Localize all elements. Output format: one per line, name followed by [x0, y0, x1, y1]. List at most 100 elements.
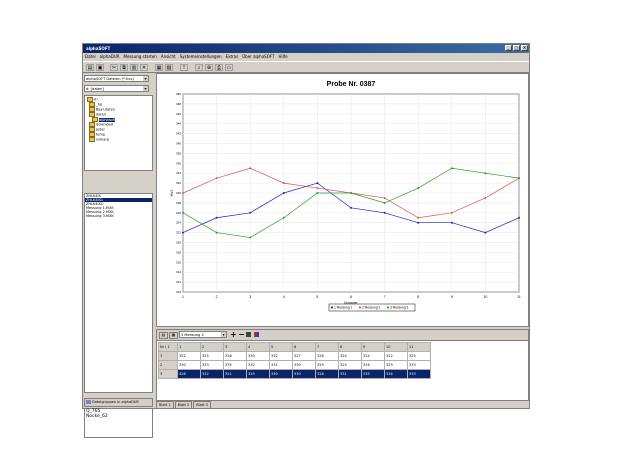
add-icon[interactable]: +: [230, 330, 237, 339]
chevron-down-icon[interactable]: ▾: [143, 86, 148, 91]
search-icon[interactable]: ⌕: [195, 64, 203, 71]
table-cell[interactable]: 333: [200, 360, 224, 370]
list-item[interactable]: Messung 3.MXK: [85, 214, 152, 218]
table-cell[interactable]: 324: [361, 351, 385, 361]
table-cell[interactable]: 331: [338, 369, 362, 379]
table-cell[interactable]: 326: [177, 369, 201, 379]
table-cell[interactable]: 326: [223, 351, 247, 361]
y-tick-label: 314: [176, 270, 181, 274]
menu-systemeinstellungen[interactable]: Systemeinstellungen: [180, 53, 222, 61]
table-cell[interactable]: 321: [223, 369, 247, 379]
table-cell[interactable]: 326: [361, 360, 385, 370]
y-tick-label: 320: [176, 241, 181, 245]
remove-icon[interactable]: −: [238, 330, 245, 339]
table-cell[interactable]: 333: [407, 360, 431, 370]
data-point: [450, 167, 453, 170]
table-header-cell: 7: [315, 342, 339, 352]
measurement-select[interactable]: 3 Messung 2 ▾: [179, 331, 227, 338]
legend-marker: [386, 306, 390, 309]
table-icon[interactable]: ▤: [159, 332, 168, 339]
table-cell[interactable]: 331: [269, 360, 293, 370]
delete-icon[interactable]: ✕: [140, 64, 148, 71]
maximize-button[interactable]: □: [513, 45, 520, 51]
table-cell[interactable]: 332: [269, 351, 293, 361]
info-icon[interactable]: !: [180, 64, 188, 71]
chevron-down-icon[interactable]: ▾: [143, 76, 148, 81]
table-cell[interactable]: 335: [361, 369, 385, 379]
filetype-combo[interactable]: alphaSOFT Dateien (*.hxx) ▾: [84, 75, 149, 82]
table-cell[interactable]: 332: [246, 360, 270, 370]
list-item[interactable]: Nocke_62: [85, 414, 152, 419]
y-tick-label: 334: [176, 171, 181, 175]
table-cell[interactable]: 322: [177, 351, 201, 361]
save-icon[interactable]: [246, 332, 251, 337]
table-header-cell: 5: [269, 342, 293, 352]
table-cell[interactable]: 330: [246, 351, 270, 361]
table-cell[interactable]: 330: [292, 360, 316, 370]
table-cell[interactable]: 322: [200, 369, 224, 379]
x-tick-label: 5: [316, 295, 318, 299]
table-cell[interactable]: 324: [338, 351, 362, 361]
table-cell[interactable]: 325: [338, 360, 362, 370]
table-row-selected[interactable]: 3 326 322 321 325 330 330 328 331 335 33…: [158, 369, 431, 379]
table-cell[interactable]: 327: [292, 351, 316, 361]
menu-messung-starten[interactable]: Messung starten: [124, 53, 157, 61]
preview-icon[interactable]: ▭: [225, 64, 233, 71]
copy-icon[interactable]: ⧉: [120, 64, 128, 71]
table-cell[interactable]: 325: [200, 351, 224, 361]
open-icon[interactable]: ▤: [86, 64, 94, 71]
table-cell[interactable]: 326: [315, 351, 339, 361]
table-cell[interactable]: 325: [246, 369, 270, 379]
y-tick-label: 346: [176, 112, 181, 116]
table-cell[interactable]: 330: [177, 360, 201, 370]
minimize-button[interactable]: _: [505, 45, 512, 51]
menu-alphadur[interactable]: alphaDUR: [100, 53, 120, 61]
table-cell[interactable]: 329: [315, 360, 339, 370]
table-row-header: 2: [158, 360, 178, 370]
x-tick-label: 11: [517, 295, 521, 299]
data-point: [282, 182, 285, 185]
table-cell[interactable]: 335: [223, 360, 247, 370]
y-tick-label: 330: [176, 191, 181, 195]
tree-item[interactable]: vsmarp: [89, 137, 109, 142]
table-row[interactable]: 2 330 333 335 332 331 330 329 325 326 32…: [158, 360, 431, 370]
table-row[interactable]: 1 322 325 326 330 332 327 326 324 324 32…: [158, 351, 431, 361]
menu-datei[interactable]: Datei: [85, 53, 96, 61]
grid-icon[interactable]: ▦: [169, 332, 178, 339]
zoom-icon[interactable]: ⊕: [205, 64, 213, 71]
menu-extras[interactable]: Extras: [226, 53, 239, 61]
x-tick-label: 7: [384, 295, 386, 299]
y-tick-label: 328: [176, 201, 181, 205]
menu-ansicht[interactable]: Ansicht: [161, 53, 176, 61]
table-cell[interactable]: 334: [384, 369, 408, 379]
drive-combo[interactable]: d: [daten] ▾: [84, 85, 149, 92]
table-cell[interactable]: 330: [269, 369, 293, 379]
tab-blatt-2[interactable]: Blatt 2: [174, 401, 193, 409]
line-chart: Probe Nr. 038731031231431631832032232432…: [170, 81, 521, 312]
folder-icon: [89, 137, 95, 142]
close-button[interactable]: ×: [521, 45, 528, 51]
table-cell[interactable]: 330: [292, 369, 316, 379]
color-icon[interactable]: [254, 332, 259, 337]
table-cell[interactable]: 322: [384, 351, 408, 361]
tab-blatt-1[interactable]: Blatt 1: [156, 401, 174, 409]
legend-label: 2 Messung 2: [362, 306, 380, 310]
data-point: [249, 211, 252, 214]
save-icon[interactable]: ▣: [96, 64, 104, 71]
data-point: [417, 187, 420, 190]
table-cell[interactable]: 328: [315, 369, 339, 379]
table-cell[interactable]: 325: [407, 351, 431, 361]
chart-icon[interactable]: ▧: [165, 64, 173, 71]
menu-ueber[interactable]: Über alphaSOFT: [242, 53, 274, 61]
data-point: [316, 192, 319, 194]
menu-hilfe[interactable]: Hilfe: [279, 53, 288, 61]
print-icon[interactable]: ⎙: [215, 64, 223, 71]
paste-icon[interactable]: ▥: [130, 64, 138, 71]
measure-icon[interactable]: ▦: [155, 64, 163, 71]
table-cell[interactable]: 329: [384, 360, 408, 370]
tab-blatt-3[interactable]: Blatt 3: [193, 401, 211, 409]
data-point: [182, 231, 184, 234]
table-cell[interactable]: 333: [407, 369, 431, 379]
cut-icon[interactable]: ✂: [110, 64, 118, 71]
chevron-down-icon[interactable]: ▾: [221, 332, 226, 337]
